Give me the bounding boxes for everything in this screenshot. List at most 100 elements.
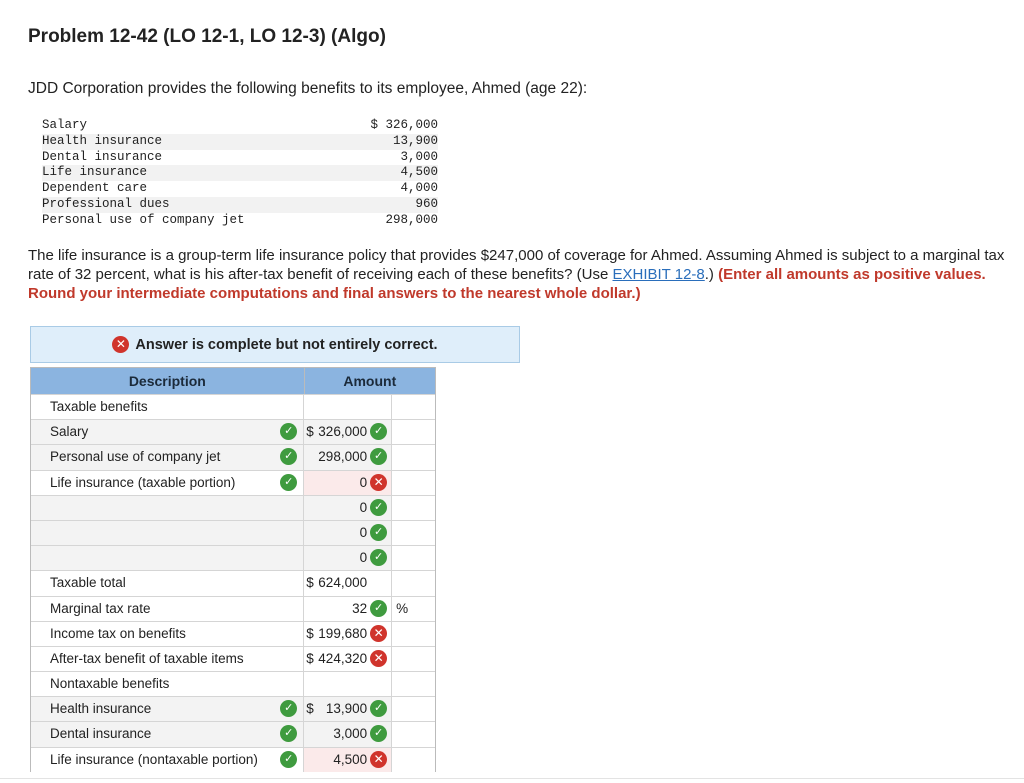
description-cell: After-tax benefit of taxable items (31, 646, 305, 672)
description-cell[interactable]: Life insurance (nontaxable portion) ✓ (31, 747, 305, 772)
description-text: Life insurance (taxable portion) (50, 474, 236, 490)
benefit-label: Life insurance (42, 165, 148, 180)
correct-check-icon: ✓ (280, 700, 298, 718)
description-cell (31, 520, 305, 546)
benefit-row: Salary $ 326,000 (42, 118, 438, 134)
description-cell (31, 546, 305, 571)
benefit-amount: $ 326,000 (370, 118, 438, 132)
amount-cell[interactable]: $326,000 ✓ (304, 420, 393, 445)
description-cell: Marginal tax rate (31, 596, 305, 621)
correct-check-icon: ✓ (280, 473, 298, 491)
table-row: 0 ✓ (31, 545, 435, 571)
description-text: Life insurance (nontaxable portion) (50, 751, 258, 767)
question-body-end: .) (704, 266, 719, 283)
description-cell (31, 495, 305, 520)
dollar-sign: $ (306, 701, 314, 717)
table-row: Life insurance (nontaxable portion) ✓ 4,50… (31, 746, 435, 772)
amount-value: 326,000 (318, 424, 368, 440)
description-cell[interactable]: Dental insurance ✓ (31, 722, 305, 747)
description-cell[interactable]: Health insurance ✓ (31, 697, 305, 722)
amount-cell[interactable]: 32 ✓ (304, 596, 393, 621)
amount-cell[interactable]: 4,500 ✕ (304, 747, 393, 772)
description-text: Taxable total (50, 575, 126, 591)
amount-cell[interactable]: 0 ✕ (304, 470, 393, 495)
description-text: Health insurance (50, 701, 152, 717)
correct-check-icon: ✓ (370, 725, 388, 743)
amount-cell[interactable]: $199,680 ✕ (304, 621, 393, 646)
benefit-label: Health insurance (42, 133, 163, 148)
description-text: After-tax benefit of taxable items (50, 650, 244, 666)
table-body: Taxable benefits Salary ✓ $326,000 ✓ Personal… (31, 394, 435, 772)
divider (0, 778, 1024, 779)
unit-cell (392, 395, 435, 419)
question-text: The life insurance is a group-term life … (28, 246, 1013, 303)
amount-value: 0 (359, 474, 368, 490)
amount-cell[interactable] (304, 395, 393, 420)
description-text: Income tax on benefits (50, 625, 186, 641)
benefit-label: Salary (42, 118, 88, 132)
unit-cell (392, 521, 435, 545)
unit-cell (392, 420, 435, 444)
unit-cell: % (396, 600, 409, 616)
table-row: 0 ✓ (31, 519, 435, 546)
problem-intro: JDD Corporation provides the following b… (28, 80, 588, 97)
amount-value: 624,000 (318, 575, 368, 591)
incorrect-icon: ✕ (370, 473, 388, 491)
amount-cell[interactable]: $13,900 ✓ (304, 697, 393, 722)
table-row: 0 ✓ (31, 494, 435, 520)
amount-cell[interactable]: 0 ✓ (304, 495, 393, 520)
correct-check-icon: ✓ (280, 725, 298, 743)
amount-value: 424,320 (318, 650, 368, 666)
incorrect-icon: ✕ (370, 649, 388, 667)
benefit-amount: 4,000 (400, 181, 438, 196)
benefit-row: Dental insurance 3,000 (42, 150, 438, 166)
correct-check-icon: ✓ (370, 448, 388, 466)
amount-cell[interactable] (304, 672, 393, 697)
amount-value: 3,000 (333, 726, 368, 742)
exhibit-link[interactable]: EXHIBIT 12-8 (613, 266, 705, 283)
table-row: Life insurance (taxable portion) ✓ 0 ✕ (31, 469, 435, 495)
unit-cell (392, 445, 435, 469)
table-row: Dental insurance ✓ 3,000 ✓ (31, 721, 435, 747)
benefit-label: Professional dues (42, 196, 170, 211)
amount-value: 13,900 (325, 701, 368, 717)
amount-cell[interactable]: $424,320 ✕ (304, 646, 393, 672)
amount-cell[interactable]: $624,000 (304, 571, 393, 596)
amount-value: 4,500 (333, 751, 368, 767)
amount-value: 0 (359, 550, 368, 566)
unit-cell (392, 546, 435, 570)
description-cell[interactable]: Salary ✓ (31, 420, 305, 445)
benefit-label: Dependent care (42, 181, 148, 196)
header-description: Description (31, 368, 305, 394)
amount-cell[interactable]: 3,000 ✓ (304, 722, 393, 747)
amount-cell[interactable]: 0 ✓ (304, 520, 393, 546)
amount-value: 32 (352, 600, 368, 616)
amount-cell[interactable]: 0 ✓ (304, 546, 393, 571)
benefit-amount: 960 (415, 196, 438, 211)
dollar-sign: $ (306, 650, 314, 666)
description-cell[interactable]: Life insurance (taxable portion) ✓ (31, 470, 305, 495)
description-cell: Taxable benefits (31, 395, 305, 420)
description-cell[interactable]: Personal use of company jet ✓ (31, 445, 305, 470)
benefit-amount: 3,000 (400, 149, 438, 164)
benefit-label: Personal use of company jet (42, 212, 245, 227)
amount-value: 0 (359, 499, 368, 515)
unit-cell (392, 697, 435, 721)
description-text: Salary (50, 424, 89, 440)
unit-cell (392, 496, 435, 520)
unit-cell (392, 722, 435, 746)
benefit-row: Personal use of company jet 298,000 (42, 213, 438, 229)
description-cell: Nontaxable benefits (31, 672, 305, 697)
amount-cell[interactable]: 298,000 ✓ (304, 445, 393, 470)
description-text: Personal use of company jet (50, 449, 221, 465)
correct-check-icon: ✓ (370, 423, 388, 441)
dollar-sign: $ (306, 575, 314, 591)
unit-cell (392, 647, 435, 671)
description-text: Marginal tax rate (50, 600, 151, 616)
correct-check-icon: ✓ (370, 599, 388, 617)
table-row: Salary ✓ $326,000 ✓ (31, 419, 435, 445)
benefit-amount: 4,500 (400, 165, 438, 180)
unit-cell (392, 748, 435, 772)
table-row: After-tax benefit of taxable items $424,3… (31, 645, 435, 672)
amount-value: 199,680 (318, 625, 368, 641)
